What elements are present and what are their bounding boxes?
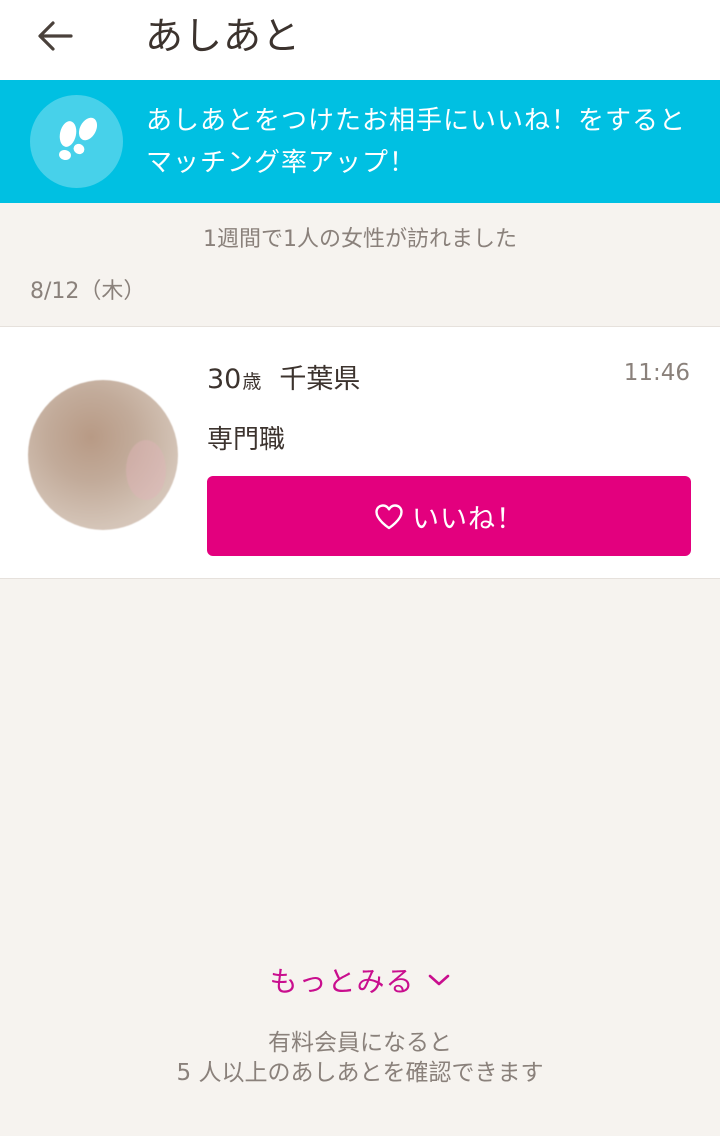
heart-outline-icon	[375, 503, 403, 529]
visitor-prefecture: 千葉県	[279, 364, 361, 395]
visitor-card[interactable]: 30 歳 千葉県 11:46 専門職 いいね！	[0, 326, 720, 579]
banner-line-2: マッチング率アップ！	[146, 148, 417, 178]
footprints-screen: あしあと あしあとをつけたお相手にいいね！をすると マッチング率アップ！ 1週間…	[0, 0, 720, 1136]
footprints-icon	[30, 95, 123, 188]
chevron-down-icon	[427, 972, 451, 988]
visitor-age: 30	[207, 364, 242, 395]
visit-time: 11:46	[623, 360, 690, 386]
premium-note-line-1: 有料会員になると	[268, 1030, 452, 1056]
page-title: あしあと	[145, 14, 302, 58]
like-button-label: いいね！	[412, 503, 524, 535]
banner-message: あしあとをつけたお相手にいいね！をすると マッチング率アップ！	[146, 100, 706, 184]
visitor-occupation: 専門職	[207, 425, 286, 455]
visitor-meta: 30 歳 千葉県	[207, 357, 360, 396]
date-header: 8/12（木）	[30, 279, 146, 304]
premium-note-line-2: 5 人以上のあしあとを確認できます	[176, 1060, 544, 1086]
see-more-link[interactable]: もっとみる	[0, 960, 720, 1000]
see-more-label: もっとみる	[269, 965, 415, 998]
like-button[interactable]: いいね！	[207, 476, 691, 556]
app-header: あしあと	[0, 0, 720, 80]
avatar[interactable]	[28, 380, 178, 530]
premium-note: 有料会員になると 5 人以上のあしあとを確認できます	[0, 1028, 720, 1088]
banner-line-1: あしあとをつけたお相手にいいね！をすると	[146, 106, 687, 136]
info-banner: あしあとをつけたお相手にいいね！をすると マッチング率アップ！	[0, 80, 720, 203]
arrow-left-icon	[38, 21, 73, 51]
visitor-age-unit: 歳	[242, 371, 262, 393]
back-button[interactable]	[30, 14, 80, 58]
visitor-summary: 1週間で1人の女性が訪れました	[203, 227, 517, 252]
